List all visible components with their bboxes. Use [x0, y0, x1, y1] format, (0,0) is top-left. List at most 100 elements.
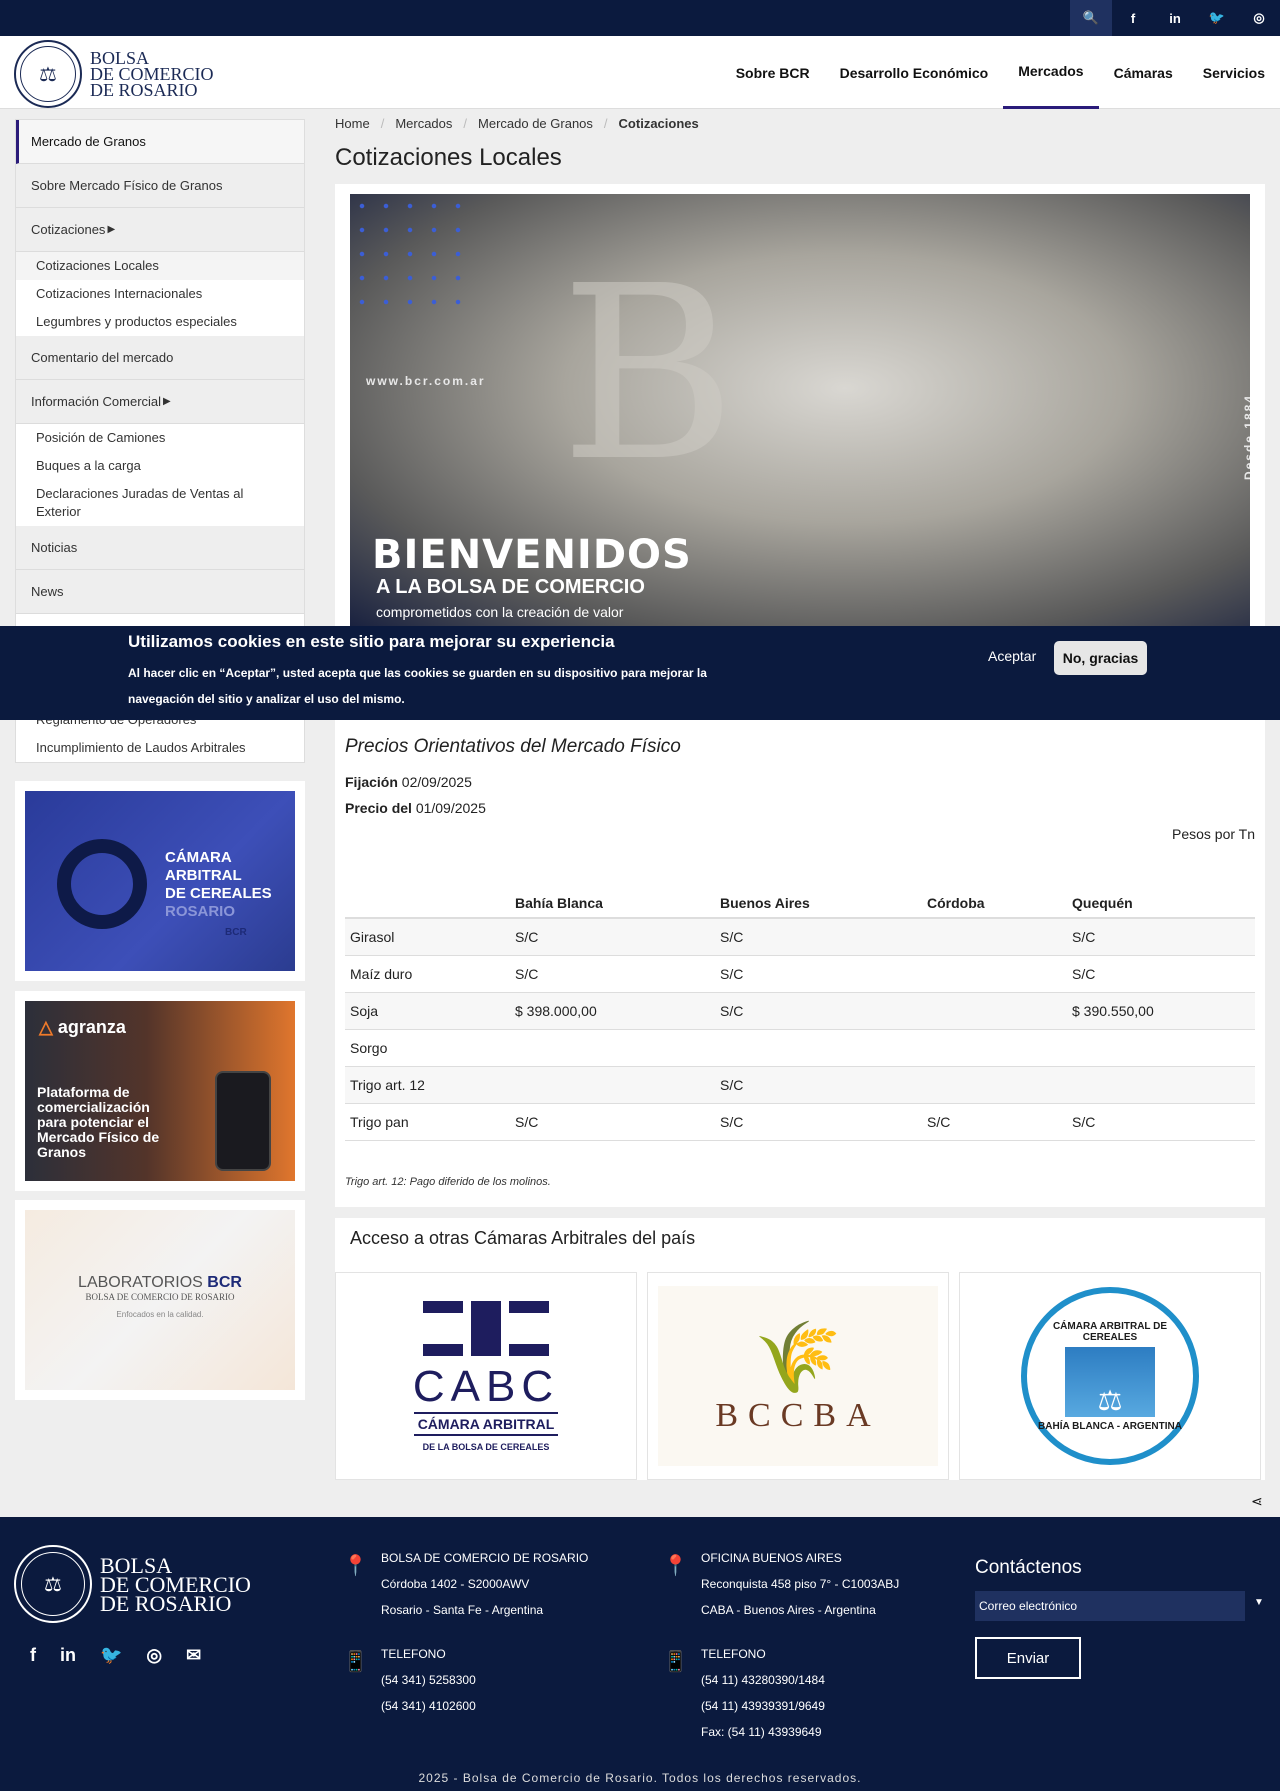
price-cell: S/C	[715, 1103, 922, 1141]
sidebar-item-buques[interactable]: Buques a la carga	[16, 452, 304, 480]
nav-sobre-bcr[interactable]: Sobre BCR	[721, 36, 825, 109]
sidebar-item-mercado-granos[interactable]: Mercado de Granos	[16, 120, 304, 164]
column-header: Buenos Aires	[715, 888, 922, 919]
nav-camaras[interactable]: Cámaras	[1099, 36, 1188, 109]
table-header-row: Bahía Blanca Buenos Aires Córdoba Quequé…	[345, 888, 1255, 919]
laboratorios-banner-image: LABORATORIOS BCR BOLSA DE COMERCIO DE RO…	[25, 1210, 295, 1390]
price-cell: S/C	[1067, 1103, 1255, 1141]
footer-bsas-address: OFICINA BUENOS AIRES Reconquista 458 pis…	[701, 1551, 900, 1617]
product-cell: Maíz duro	[345, 955, 510, 993]
fijacion: Fijación 02/09/2025	[345, 774, 472, 790]
sidebar-item-noticias[interactable]: Noticias	[16, 526, 304, 570]
email-select[interactable]: Correo electrónico	[975, 1591, 1245, 1621]
price-cell: S/C	[922, 1103, 1067, 1141]
camara-arbitral-banner[interactable]: CÁMARA ARBITRAL DE CEREALES ROSARIO BCR	[15, 781, 305, 981]
chevron-down-icon[interactable]: ▼	[1254, 1597, 1264, 1608]
price-cell	[922, 992, 1067, 1030]
sidebar-item-cotizaciones[interactable]: Cotizaciones ▶	[16, 208, 304, 252]
cabc-logo-link[interactable]: CABC CÁMARA ARBITRAL DE LA BOLSA DE CERE…	[335, 1272, 637, 1480]
footer-logo[interactable]: ⚖ BOLSA DE COMERCIO DE ROSARIO	[14, 1545, 251, 1623]
footer-logo-text: BOLSA DE COMERCIO DE ROSARIO	[100, 1552, 251, 1616]
footer-social: f in 🐦 ◎ ✉	[30, 1645, 201, 1666]
price-cell: S/C	[715, 918, 922, 956]
cookie-banner: Utilizamos cookies en este sitio para me…	[0, 626, 1280, 720]
laboratorios-banner[interactable]: LABORATORIOS BCR BOLSA DE COMERCIO DE RO…	[15, 1200, 305, 1400]
hero-url: www.bcr.com.ar	[366, 374, 486, 388]
sidebar-item-comentario[interactable]: Comentario del mercado	[16, 336, 304, 380]
product-cell: Soja	[345, 992, 510, 1030]
top-bar: 🔍 f in 🐦 ◎	[0, 0, 1280, 36]
phone-icon: 📱	[343, 1651, 368, 1673]
twitter-icon[interactable]: 🐦	[100, 1645, 122, 1666]
facebook-icon[interactable]: f	[30, 1645, 36, 1666]
hero-banner: B www.bcr.com.ar Desde 1884 BIENVENIDOS …	[350, 194, 1250, 626]
nav-desarrollo[interactable]: Desarrollo Económico	[825, 36, 1004, 109]
price-cell: S/C	[715, 1066, 922, 1104]
price-cell	[510, 1066, 715, 1104]
sidebar-item-legumbres[interactable]: Legumbres y productos especiales	[16, 308, 304, 336]
agranza-brand: △ agranza	[39, 1017, 126, 1037]
column-header: Bahía Blanca	[510, 888, 715, 919]
share-icon[interactable]: ⋖	[1251, 1493, 1263, 1510]
scales-icon: ⚖	[1065, 1346, 1155, 1417]
breadcrumb-mercados[interactable]: Mercados	[395, 116, 452, 131]
camara-logo-icon	[57, 839, 147, 929]
price-cell: S/C	[715, 992, 922, 1030]
sidebar-item-posicion-camiones[interactable]: Posición de Camiones	[16, 424, 304, 452]
price-cell	[922, 1066, 1067, 1104]
instagram-icon[interactable]: ◎	[146, 1645, 162, 1666]
cookie-title: Utilizamos cookies en este sitio para me…	[128, 632, 615, 651]
breadcrumb-home[interactable]: Home	[335, 116, 370, 131]
linkedin-icon[interactable]: in	[60, 1645, 76, 1666]
price-cell	[922, 955, 1067, 993]
facebook-icon[interactable]: f	[1112, 0, 1154, 36]
prices-note: Trigo art. 12: Pago diferido de los moli…	[345, 1176, 551, 1188]
sidebar-item-sobre[interactable]: Sobre Mercado Físico de Granos	[16, 164, 304, 208]
table-row: Trigo art. 12 S/C	[345, 1066, 1255, 1104]
sidebar-item-declaraciones[interactable]: Declaraciones Juradas de Ventas al Exter…	[16, 480, 304, 526]
bcr-logo[interactable]: ⚖ BOLSA DE COMERCIO DE ROSARIO	[14, 40, 214, 108]
camara-banner-image: CÁMARA ARBITRAL DE CEREALES ROSARIO BCR	[25, 791, 295, 971]
column-header	[345, 888, 510, 919]
prices-panel: Precios Orientativos del Mercado Físico …	[335, 720, 1265, 1207]
nav-mercados[interactable]: Mercados	[1003, 36, 1099, 109]
linkedin-icon[interactable]: in	[1154, 0, 1196, 36]
agranza-logo-icon: △	[39, 1017, 58, 1037]
prices-table-body: Girasol S/C S/C S/C Maíz duro S/C S/C S/C Soja $ …	[345, 918, 1255, 1141]
send-button[interactable]: Enviar	[975, 1637, 1081, 1679]
sidebar-item-info-comercial[interactable]: Información Comercial ▶	[16, 380, 304, 424]
cookie-accept-button[interactable]: Aceptar	[988, 648, 1036, 664]
agranza-banner-image: △ agranza Plataforma de comercialización…	[25, 1001, 295, 1181]
table-row: Sorgo	[345, 1029, 1255, 1067]
main-nav: Sobre BCR Desarrollo Económico Mercados …	[721, 36, 1280, 109]
sidebar-item-news[interactable]: News	[16, 570, 304, 614]
cookie-description: Al hacer clic en “Aceptar”, usted acepta…	[128, 666, 707, 706]
cookie-decline-button[interactable]: No, gracias	[1054, 641, 1147, 675]
phone-icon: 📱	[663, 1651, 688, 1673]
twitter-icon[interactable]: 🐦	[1196, 0, 1238, 36]
price-cell	[922, 918, 1067, 956]
hero-since: Desde 1884	[1242, 394, 1250, 481]
arbitral-panel: Acceso a otras Cámaras Arbitrales del pa…	[335, 1218, 1265, 1480]
product-cell: Trigo art. 12	[345, 1066, 510, 1104]
nav-servicios[interactable]: Servicios	[1188, 36, 1280, 109]
search-icon[interactable]: 🔍	[1070, 0, 1112, 36]
price-cell: S/C	[1067, 955, 1255, 993]
table-row: Soja $ 398.000,00 S/C $ 390.550,00	[345, 992, 1255, 1030]
cabb-logo-link[interactable]: CÁMARA ARBITRAL DE CEREALES ⚖ BAHÍA BLAN…	[959, 1272, 1261, 1480]
sidebar-label: Información Comercial	[31, 394, 162, 409]
instagram-icon[interactable]: ◎	[1238, 0, 1280, 36]
page-title: Cotizaciones Locales	[335, 144, 562, 171]
sidebar-item-cotizaciones-internacionales[interactable]: Cotizaciones Internacionales	[16, 280, 304, 308]
breadcrumb-current: Cotizaciones	[618, 116, 699, 131]
sidebar-item-cotizaciones-locales[interactable]: Cotizaciones Locales	[16, 252, 304, 280]
hero-tagline: comprometidos con la creación de valor	[376, 604, 624, 620]
email-icon[interactable]: ✉	[186, 1645, 201, 1666]
agranza-banner[interactable]: △ agranza Plataforma de comercialización…	[15, 991, 305, 1191]
contact-title: Contáctenos	[975, 1557, 1082, 1578]
price-cell: $ 398.000,00	[510, 992, 715, 1030]
sidebar-item-incumplimiento[interactable]: Incumplimiento de Laudos Arbitrales	[16, 734, 304, 762]
breadcrumb-granos[interactable]: Mercado de Granos	[478, 116, 593, 131]
bccba-logo-link[interactable]: 🌾 BCCBA	[647, 1272, 949, 1480]
table-row: Maíz duro S/C S/C S/C	[345, 955, 1255, 993]
